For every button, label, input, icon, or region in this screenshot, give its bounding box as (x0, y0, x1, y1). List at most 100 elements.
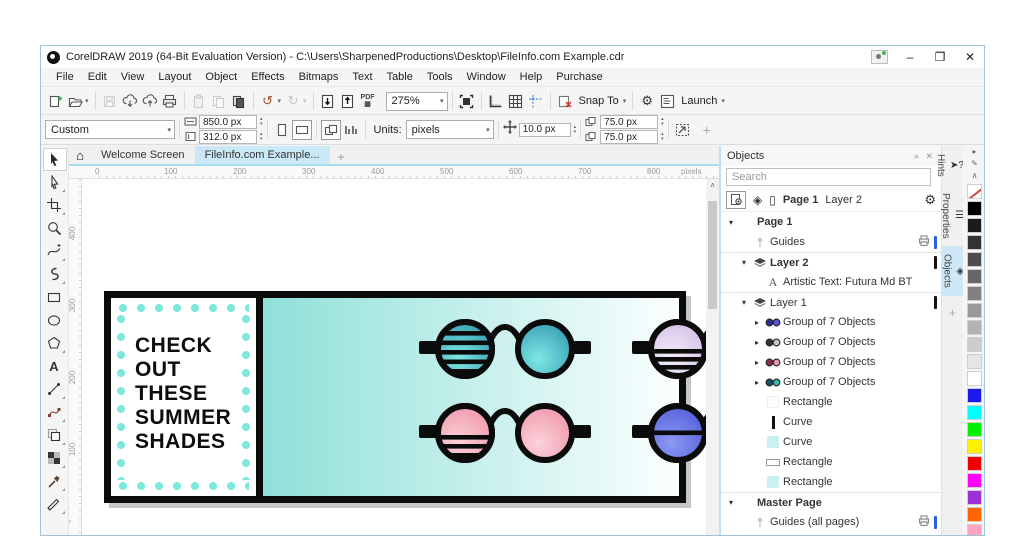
docker-tab-hints[interactable]: ➤? Hints (935, 146, 964, 185)
tree-row-8[interactable]: ▸ Group of 7 Objects (721, 352, 941, 372)
print-icon[interactable] (160, 91, 180, 111)
printer-icon[interactable] (918, 235, 930, 249)
spinner-icon[interactable]: ▴ ▾ (260, 117, 263, 127)
tree-row-12[interactable]: Curve (721, 432, 941, 452)
color-swatch-666666[interactable] (967, 269, 982, 284)
color-swatch-9b30d9[interactable] (967, 490, 982, 505)
duplicate-x-field[interactable]: 75.0 px (600, 115, 659, 129)
cloud-download-icon[interactable] (120, 91, 140, 111)
facing-pages-icon[interactable] (341, 120, 361, 140)
text-tool[interactable]: A (43, 355, 67, 378)
export-icon[interactable] (338, 91, 358, 111)
portrait-button[interactable] (272, 120, 292, 140)
color-swatch-000000[interactable] (967, 201, 982, 216)
expander-icon[interactable]: ▾ (725, 218, 737, 227)
menu-bitmaps[interactable]: Bitmaps (292, 68, 346, 86)
add-docker-icon[interactable]: + (942, 296, 963, 320)
options-gear-icon[interactable]: ⚙ (637, 91, 657, 111)
page-height-field[interactable]: 312.0 px (199, 130, 257, 144)
color-swatch-e6e6e6[interactable] (967, 354, 982, 369)
dimension-tool[interactable] (43, 378, 67, 401)
drawing-canvas[interactable]: CHECK OUT THESE SUMMER SHADES (82, 179, 706, 535)
view-grid-icon[interactable] (506, 91, 526, 111)
artistic-media-tool[interactable] (43, 263, 67, 286)
color-swatch-808080[interactable] (967, 286, 982, 301)
menu-layout[interactable]: Layout (151, 68, 198, 86)
menu-table[interactable]: Table (380, 68, 420, 86)
color-swatch-00ffff[interactable] (967, 405, 982, 420)
expander-icon[interactable]: ▸ (751, 318, 763, 327)
menu-text[interactable]: Text (345, 68, 379, 86)
scrollbar-thumb[interactable] (708, 201, 717, 309)
scroll-up-arrow-icon[interactable]: ∧ (706, 179, 719, 192)
zoom-level-combo[interactable]: 275% ▾ (385, 91, 448, 111)
snap-to-dropdown[interactable]: Snap To (579, 95, 619, 107)
freehand-tool[interactable] (43, 240, 67, 263)
tree-row-1[interactable]: ▾ Page 1 (721, 212, 941, 232)
cloud-upload-icon[interactable] (140, 91, 160, 111)
view-rulers-icon[interactable] (486, 91, 506, 111)
printer-icon[interactable] (918, 515, 930, 529)
maximize-button[interactable]: ❒ (932, 50, 948, 64)
zoom-tool[interactable] (43, 217, 67, 240)
tree-row-6[interactable]: ▸ Group of 7 Objects (721, 312, 941, 332)
docker-close-icon[interactable]: ✕ (925, 151, 935, 161)
color-eyedropper-tool[interactable] (43, 470, 67, 493)
expander-icon[interactable]: ▸ (751, 358, 763, 367)
color-swatch-ffa3c2[interactable] (967, 524, 982, 535)
docker-collapse-icon[interactable]: » (914, 151, 921, 161)
expander-icon[interactable]: ▸ (751, 378, 763, 387)
dropdown-caret-icon[interactable]: ▾ (623, 97, 627, 105)
snap-off-icon[interactable] (555, 91, 575, 111)
rectangle-tool[interactable] (43, 286, 67, 309)
menu-view[interactable]: View (114, 68, 152, 86)
close-button[interactable]: ✕ (962, 50, 978, 64)
nudge-field[interactable]: 10.0 px (518, 122, 571, 137)
spinner-icon[interactable]: ▴ ▾ (574, 124, 577, 135)
expander-icon[interactable]: ▾ (738, 298, 750, 307)
minimize-button[interactable]: – (902, 50, 918, 64)
tree-row-15[interactable]: ▾ Master Page (721, 492, 941, 512)
color-swatch-none[interactable] (967, 184, 982, 199)
menu-purchase[interactable]: Purchase (549, 68, 609, 86)
color-swatch-1a1af0[interactable] (967, 388, 982, 403)
tree-row-7[interactable]: ▸ Group of 7 Objects (721, 332, 941, 352)
menu-help[interactable]: Help (513, 68, 550, 86)
palette-control-icon[interactable]: ▸ (972, 146, 976, 158)
all-pages-icon[interactable] (320, 119, 341, 140)
expander-icon[interactable]: ▾ (738, 258, 750, 267)
duplicate-icon[interactable] (229, 91, 249, 111)
show-objects-icon[interactable] (726, 190, 746, 209)
tree-row-9[interactable]: ▸ Group of 7 Objects (721, 372, 941, 392)
page-icon[interactable]: ▯ (769, 193, 776, 207)
account-icon[interactable] (871, 50, 888, 64)
color-swatch-cccccc[interactable] (967, 337, 982, 352)
pick-tool[interactable] (42, 148, 67, 171)
home-tab-icon[interactable]: ⌂ (69, 146, 91, 164)
new-tab-button[interactable]: + (330, 150, 353, 164)
docker-tab-objects[interactable]: ◈ Objects (941, 246, 964, 297)
fullscreen-preview-icon[interactable] (457, 91, 477, 111)
new-document-icon[interactable] (45, 91, 65, 111)
layer-manager-icon[interactable]: ◈ (753, 193, 762, 207)
connector-tool[interactable] (43, 401, 67, 424)
tree-row-5[interactable]: ▾ Layer 1 (721, 292, 941, 312)
dropdown-caret-icon[interactable]: ▾ (278, 97, 282, 105)
canvas-vertical-scrollbar[interactable]: ∧ (706, 179, 719, 535)
menu-effects[interactable]: Effects (244, 68, 291, 86)
add-tool-icon[interactable]: + (703, 122, 711, 138)
tree-row-14[interactable]: Rectangle (721, 472, 941, 492)
color-swatch-333333[interactable] (967, 235, 982, 250)
spinner-icon[interactable]: ▴ ▾ (661, 117, 664, 127)
treat-as-filled-icon[interactable] (673, 120, 693, 140)
color-swatch-999999[interactable] (967, 303, 982, 318)
ellipse-tool[interactable] (43, 309, 67, 332)
palette-control-icon[interactable]: ∧ (972, 170, 978, 182)
combo-caret-icon[interactable]: ▾ (440, 97, 444, 105)
publish-pdf-icon[interactable]: PDF ▦ (358, 91, 378, 111)
tree-row-13[interactable]: Rectangle (721, 452, 941, 472)
menu-file[interactable]: File (49, 68, 81, 86)
dropdown-caret-icon[interactable]: ▾ (85, 97, 89, 105)
menu-edit[interactable]: Edit (81, 68, 114, 86)
color-swatch-fff200[interactable] (967, 439, 982, 454)
